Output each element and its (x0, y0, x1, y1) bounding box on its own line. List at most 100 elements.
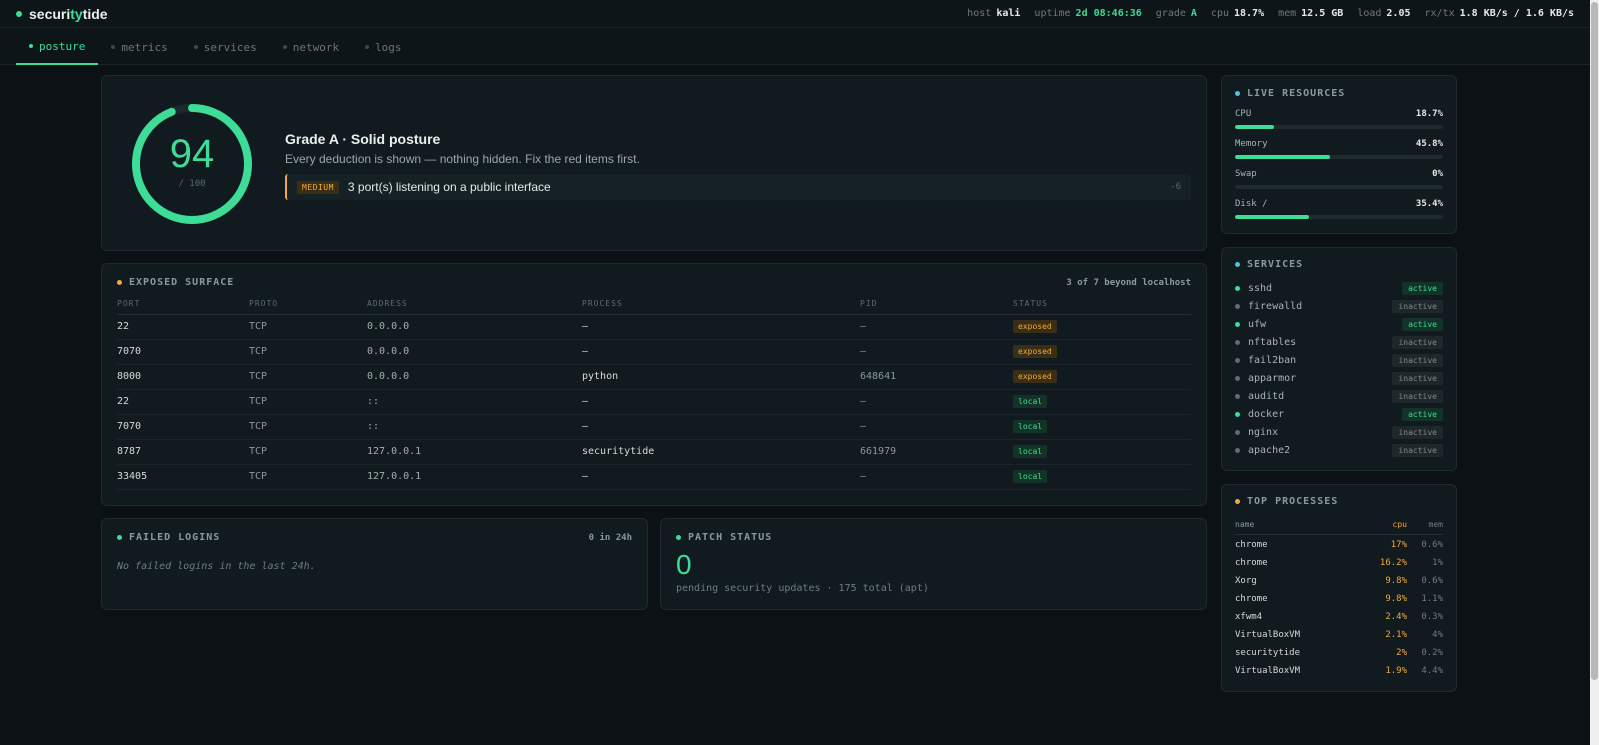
cell-pid: — (860, 414, 1013, 440)
service-row-auditd[interactable]: auditd inactive (1235, 387, 1443, 405)
table-row[interactable]: 22 TCP:: — — local (117, 389, 1191, 415)
severity-badge: MEDIUM (297, 180, 339, 194)
process-row[interactable]: VirtualBoxVM 1.9% 4.4% (1235, 662, 1443, 680)
stat-uptime: uptime 2d 08:46:36 (1034, 8, 1141, 19)
table-row[interactable]: 33405 TCP 127.0.0.1— — local (117, 464, 1191, 490)
cell-process: — (582, 414, 860, 440)
service-row-nftables[interactable]: nftables inactive (1235, 333, 1443, 351)
status-dot-icon (117, 280, 122, 285)
resource-head: Disk / 35.4% (1235, 199, 1443, 209)
exposed-title-text: EXPOSED SURFACE (129, 277, 235, 288)
service-row-nginx[interactable]: nginx inactive (1235, 423, 1443, 441)
cell-status: local (1013, 439, 1191, 465)
process-name: VirtualBoxVM (1235, 666, 1301, 676)
process-row[interactable]: chrome 17% 0.6% (1235, 536, 1443, 554)
process-row[interactable]: Xorg 9.8% 0.6% (1235, 572, 1443, 590)
stat-cpu: cpu 18.7% (1211, 8, 1264, 19)
stat-label: mem (1278, 8, 1297, 19)
column-header-address: ADDRESS (367, 294, 582, 315)
cell-status: local (1013, 414, 1191, 440)
brand-text-accent: ty (70, 5, 83, 22)
cell-pid: — (860, 314, 1013, 340)
cell-pid: — (860, 464, 1013, 490)
process-row[interactable]: xfwm4 2.4% 0.3% (1235, 608, 1443, 626)
patch-count: 0 (676, 549, 692, 580)
table-row[interactable]: 7070 TCP:: — — local (117, 414, 1191, 440)
brand-text-suffix: tide (82, 5, 108, 22)
tab-network[interactable]: network (270, 29, 352, 65)
cell-process: — (582, 464, 860, 490)
cell-process: — (582, 314, 860, 340)
status-badge: exposed (1013, 370, 1057, 383)
table-row[interactable]: 8787 TCP 127.0.0.1 securitytide 661979 local (117, 439, 1191, 465)
top-bar: securitytide host kali uptime 2d 08:46:36 gr… (0, 0, 1590, 28)
posture-card: 94 / 100 Grade A · Solid posture Every d… (101, 75, 1207, 251)
service-status-dot-icon (1235, 303, 1240, 309)
process-row[interactable]: securitytide 2% 0.2% (1235, 644, 1443, 662)
services-card: SERVICES sshd active firewalld inactive ufw a… (1221, 247, 1457, 471)
cell-status: local (1013, 389, 1191, 415)
cell-status: exposed (1013, 314, 1191, 340)
service-row-firewalld[interactable]: firewalld inactive (1235, 297, 1443, 315)
process-cpu: 9.8% (1385, 576, 1407, 586)
process-cpu: 1.9% (1385, 666, 1407, 676)
failed-logins-card: FAILED LOGINS 0 in 24h No failed logins … (101, 518, 648, 610)
finding-row[interactable]: MEDIUM 3 port(s) listening on a public i… (285, 174, 1191, 200)
process-name: securitytide (1235, 648, 1301, 658)
resource-value: 35.4% (1415, 199, 1443, 209)
cell-port: 8000 (117, 364, 249, 390)
process-cpu: 2.1% (1385, 630, 1407, 640)
table-row[interactable]: 7070 TCP 0.0.0.0— — exposed (117, 339, 1191, 365)
service-name: nftables (1248, 336, 1297, 348)
cell-proto: TCP (249, 389, 367, 415)
service-state-badge: inactive (1392, 299, 1443, 313)
process-mem: 1.1% (1421, 594, 1443, 604)
tab-metrics[interactable]: metrics (98, 29, 180, 65)
cell-process: securitytide (582, 439, 860, 465)
status-badge: exposed (1013, 345, 1057, 358)
brand-logo[interactable]: securitytide (16, 6, 108, 22)
service-row-fail2ban[interactable]: fail2ban inactive (1235, 351, 1443, 369)
table-row[interactable]: 22 TCP 0.0.0.0— — exposed (117, 314, 1191, 340)
service-row-docker[interactable]: docker active (1235, 405, 1443, 423)
process-row[interactable]: chrome 9.8% 1.1% (1235, 590, 1443, 608)
status-badge: local (1013, 395, 1048, 408)
cell-port: 22 (117, 314, 249, 340)
service-row-ufw[interactable]: ufw active (1235, 315, 1443, 333)
process-row[interactable]: VirtualBoxVM 2.1% 4% (1235, 626, 1443, 644)
tab-logs[interactable]: logs (352, 29, 415, 65)
stat-grade: grade A (1156, 8, 1197, 19)
service-row-sshd[interactable]: sshd active (1235, 279, 1443, 297)
service-status-dot-icon (1235, 429, 1240, 435)
service-row-apache2[interactable]: apache2 inactive (1235, 441, 1443, 459)
table-row[interactable]: 8000 TCP 0.0.0.0 python 648641 exposed (117, 364, 1191, 390)
resource-row: Swap 0% (1235, 169, 1443, 189)
cell-status: exposed (1013, 364, 1191, 390)
status-dot-icon (676, 535, 681, 540)
stat-value: 2.05 (1386, 8, 1411, 19)
service-name: sshd (1248, 282, 1273, 294)
cell-status: exposed (1013, 339, 1191, 365)
process-mem: 4.4% (1421, 666, 1443, 676)
process-col-name: name (1235, 520, 1255, 529)
tab-posture[interactable]: posture (16, 29, 99, 65)
exposed-surface-title: EXPOSED SURFACE (117, 277, 234, 288)
process-cpu: 16.2% (1379, 558, 1407, 568)
process-col-cpu: cpu (1392, 520, 1407, 529)
score-value: 94 (169, 132, 215, 176)
service-state-badge: inactive (1392, 371, 1443, 385)
resource-bar (1235, 215, 1443, 219)
tab-dot-icon (365, 45, 370, 49)
stat-mem: mem 12.5 GB (1278, 8, 1343, 19)
column-header-status: STATUS (1013, 294, 1191, 315)
process-list: chrome 17% 0.6% chrome 16.2% 1% Xorg 9.8% 0.6% ch… (1235, 536, 1443, 680)
process-row[interactable]: chrome 16.2% 1% (1235, 554, 1443, 572)
service-status-dot-icon (1235, 411, 1240, 417)
service-name: apache2 (1248, 444, 1291, 456)
resource-head: Swap 0% (1235, 169, 1443, 179)
service-state-badge: inactive (1392, 425, 1443, 439)
failed-logins-title: FAILED LOGINS (117, 532, 220, 543)
page-scrollbar-thumb[interactable] (1591, 2, 1598, 680)
tab-services[interactable]: services (181, 29, 270, 65)
service-row-apparmor[interactable]: apparmor inactive (1235, 369, 1443, 387)
